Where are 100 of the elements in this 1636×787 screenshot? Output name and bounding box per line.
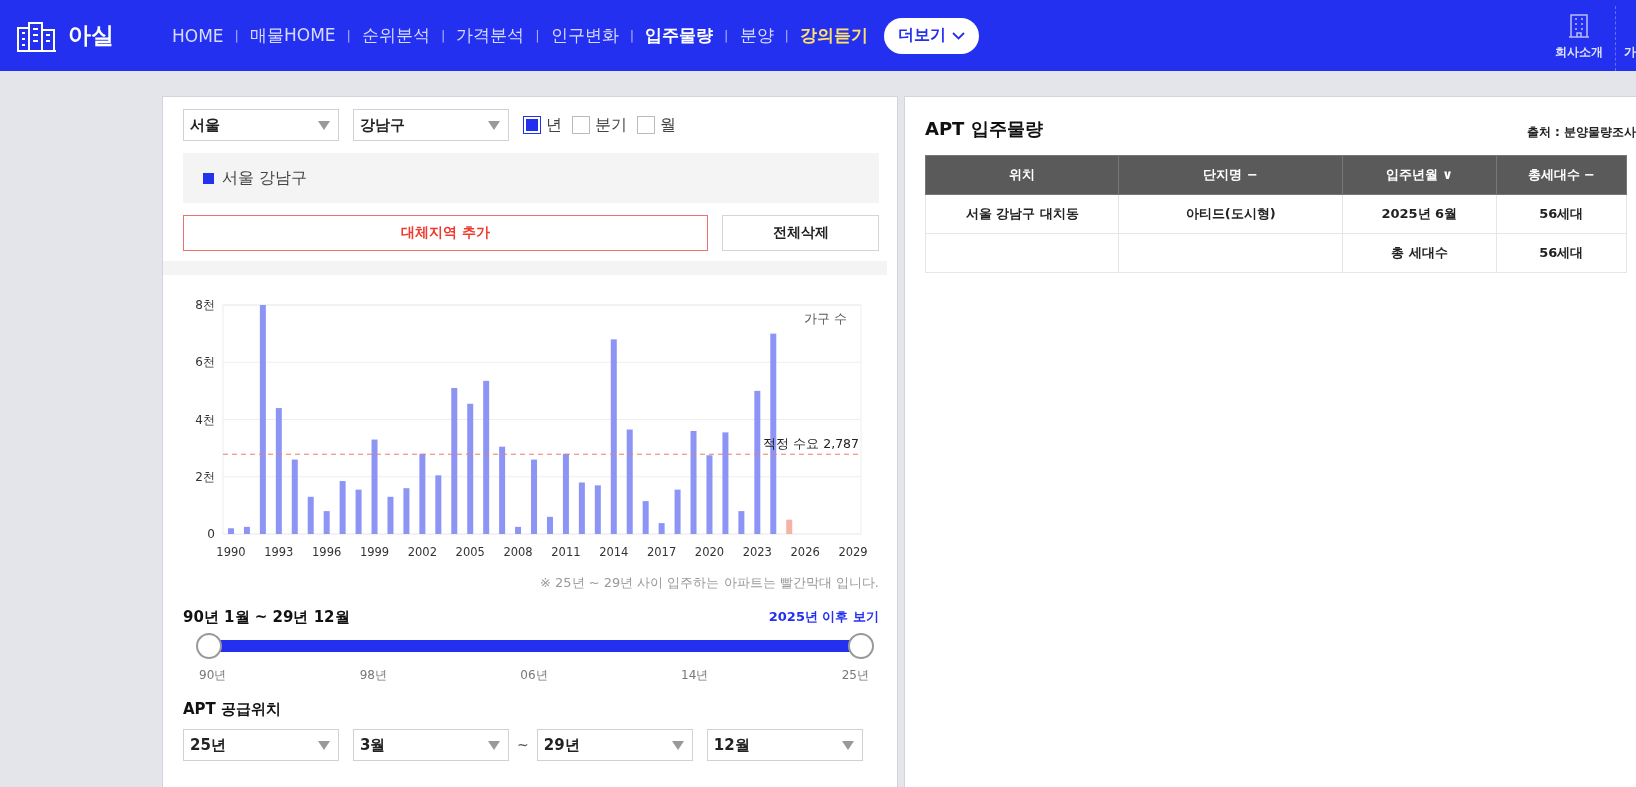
- more-button[interactable]: 더보기: [883, 17, 979, 54]
- bar: [738, 511, 745, 534]
- supply-title: APT 공급위치: [183, 700, 283, 719]
- month-select[interactable]: 3월: [353, 729, 509, 761]
- bar: [578, 482, 585, 534]
- nav-separator: |: [724, 28, 729, 43]
- slider-thumb[interactable]: [196, 633, 222, 659]
- range-title: 90년 1월 ~ 29년 12월: [183, 608, 350, 627]
- bar: [323, 511, 330, 534]
- chevron-down-icon: [951, 31, 965, 40]
- period-checkbox[interactable]: 월: [637, 114, 676, 136]
- slider-tick-label: 14년: [681, 667, 709, 684]
- range-separator: ~: [517, 737, 529, 753]
- add-region-button[interactable]: 대체지역 추가: [183, 215, 708, 251]
- slider-tick-label: 90년: [199, 667, 227, 684]
- dropdown-arrow-icon: [841, 740, 854, 750]
- x-tick-label: 2026: [790, 545, 820, 559]
- nav-link[interactable]: 가격분석: [456, 24, 525, 47]
- bar: [403, 488, 410, 534]
- source-text: 출처 : 분양물량조사: [1526, 124, 1636, 141]
- company-link[interactable]: 회사소개: [1543, 6, 1616, 71]
- bar: [355, 489, 362, 534]
- region-tag-text: 서울 강남구: [222, 167, 308, 189]
- bar: [642, 501, 649, 534]
- slider-tick-label: 06년: [520, 667, 548, 684]
- header-link[interactable]: 가: [1616, 44, 1636, 71]
- x-tick-label: 1990: [216, 545, 246, 559]
- nav-separator: |: [535, 28, 540, 43]
- nav-separator: |: [784, 28, 789, 43]
- checkbox-box[interactable]: [572, 116, 590, 134]
- column-header: 위치: [925, 155, 1119, 195]
- month-select[interactable]: 12월: [706, 729, 863, 761]
- bar: [307, 496, 314, 534]
- district-select[interactable]: 강남구: [353, 109, 509, 141]
- x-tick-label: 2005: [455, 545, 485, 559]
- delete-all-button[interactable]: 전체삭제: [722, 215, 879, 251]
- table-cell: 아티드(도시형): [1119, 194, 1343, 234]
- nav-link[interactable]: 강의듣기: [799, 24, 868, 47]
- year-select[interactable]: 29년: [536, 729, 693, 761]
- bar: [435, 475, 442, 534]
- x-tick-label: 2011: [551, 545, 581, 559]
- checkbox-box[interactable]: [523, 116, 541, 134]
- x-tick-label: 2014: [599, 545, 629, 559]
- y-tick-label: 6천: [195, 355, 215, 370]
- x-tick-label: 1993: [264, 545, 294, 559]
- column-header[interactable]: 총세대수 −: [1496, 155, 1627, 195]
- dropdown-arrow-icon: [318, 120, 330, 130]
- nav-link[interactable]: 분양: [739, 24, 774, 47]
- table-cell: 56세대: [1496, 194, 1627, 234]
- logo-text: 아실: [68, 21, 114, 50]
- slider-tick-label: 25년: [841, 667, 869, 684]
- after-2025-link[interactable]: 2025년 이후 보기: [768, 608, 879, 627]
- x-tick-label: 2002: [407, 545, 437, 559]
- y-tick-label: 8천: [195, 298, 215, 312]
- bar: [674, 489, 681, 534]
- bar: [658, 523, 665, 534]
- x-tick-label: 2008: [503, 545, 533, 559]
- bar: [547, 516, 553, 534]
- demand-label: 적정 수요 2,787: [763, 436, 859, 452]
- nav-link[interactable]: HOME: [172, 25, 224, 46]
- slider-thumb[interactable]: [848, 633, 874, 659]
- x-tick-label: 2017: [647, 545, 677, 559]
- dropdown-arrow-icon: [318, 740, 330, 750]
- column-header[interactable]: 단지명 −: [1119, 155, 1343, 195]
- period-checkbox[interactable]: 분기: [572, 114, 627, 136]
- nav-separator: |: [629, 28, 635, 43]
- building-icon: [1569, 14, 1589, 38]
- table-cell: 2025년 6월: [1342, 194, 1497, 234]
- x-tick-label: 2029: [838, 545, 868, 559]
- y-tick-label: 2천: [195, 469, 215, 484]
- x-tick-label: 2020: [694, 545, 725, 559]
- bar: [515, 526, 522, 534]
- bar: [387, 496, 394, 534]
- x-tick-label: 1996: [312, 545, 342, 559]
- dropdown-arrow-icon: [488, 120, 500, 130]
- bar: [228, 528, 234, 534]
- x-tick-label: 2023: [742, 545, 772, 559]
- table-cell: 총 세대수: [1342, 233, 1497, 273]
- y-tick-label: 0: [207, 527, 215, 541]
- legend-label: 가구 수: [803, 311, 847, 326]
- bar: [243, 526, 250, 534]
- chart-note: ※ 25년 ~ 29년 사이 입주하는 아파트는 빨간막대 입니다.: [538, 574, 879, 592]
- nav-link[interactable]: 순위분석: [361, 24, 430, 47]
- dropdown-arrow-icon: [671, 740, 684, 750]
- y-tick-label: 4천: [195, 412, 215, 427]
- bar: [786, 519, 793, 534]
- table-cell: 서울 강남구 대치동: [925, 194, 1119, 234]
- bar: [594, 485, 601, 534]
- nav-link[interactable]: 인구변화: [550, 24, 619, 47]
- bar: [339, 481, 346, 534]
- nav-separator: |: [440, 28, 446, 43]
- nav-separator: |: [234, 28, 239, 43]
- column-header[interactable]: 입주년월 ∨: [1342, 155, 1497, 195]
- x-tick-label: 1999: [359, 545, 390, 559]
- nav-link[interactable]: 매물HOME: [249, 24, 336, 47]
- checkbox-box[interactable]: [637, 116, 655, 134]
- period-checkbox[interactable]: 년: [523, 114, 562, 136]
- year-select[interactable]: 25년: [183, 729, 339, 761]
- nav-link[interactable]: 입주물량: [645, 24, 714, 47]
- city-select[interactable]: 서울: [183, 109, 339, 141]
